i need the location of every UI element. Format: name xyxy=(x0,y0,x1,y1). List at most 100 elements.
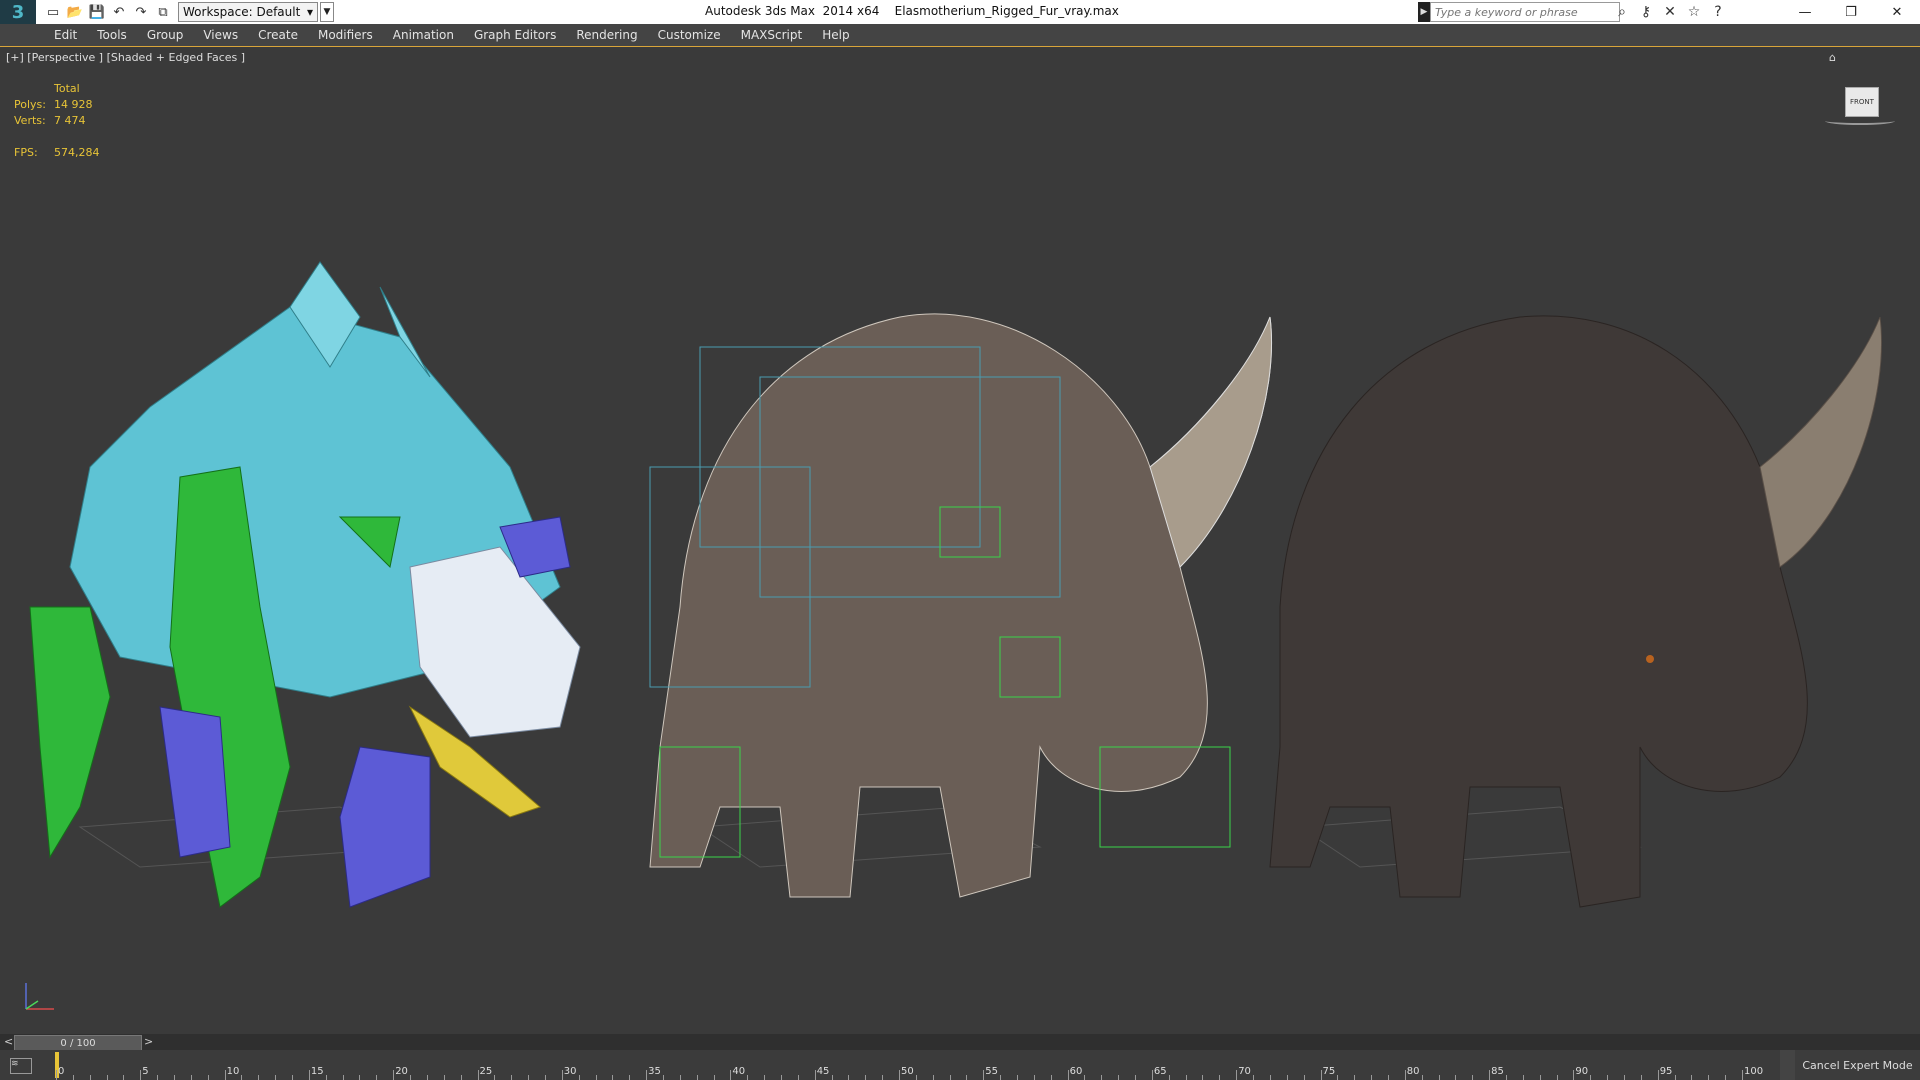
restore-icon[interactable]: ❐ xyxy=(1828,0,1874,24)
open-file-icon[interactable]: 📂 xyxy=(66,3,84,21)
timeline-tick xyxy=(1455,1075,1457,1080)
timeline-tick-label: 0 xyxy=(58,1066,65,1077)
menu-customize[interactable]: Customize xyxy=(648,28,731,42)
timeline-tick-label: 90 xyxy=(1575,1066,1589,1077)
timeline-tick-label: 30 xyxy=(563,1066,577,1077)
timeline-tick xyxy=(325,1075,327,1080)
timeline-tick xyxy=(1607,1075,1609,1080)
app-logo-icon[interactable]: 3 xyxy=(0,0,36,26)
timeline-tick xyxy=(797,1075,799,1080)
new-file-icon[interactable]: ▭ xyxy=(44,3,62,21)
timeline-tick xyxy=(1489,1070,1491,1080)
menu-group[interactable]: Group xyxy=(137,28,194,42)
timeline-tick-label: 20 xyxy=(395,1066,408,1077)
timeline-tick-label: 10 xyxy=(226,1066,240,1077)
quick-access-toolbar: ▭ 📂 💾 ↶ ↷ ⧉ xyxy=(44,3,172,21)
time-slider-next-button[interactable]: > xyxy=(144,1035,153,1048)
timeline-tick xyxy=(831,1075,833,1080)
timeline-tick-label: 70 xyxy=(1238,1066,1251,1077)
timeline-tick xyxy=(1269,1075,1271,1080)
timeline-tick xyxy=(1286,1075,1288,1080)
menu-edit[interactable]: Edit xyxy=(44,28,87,42)
workspace-select[interactable]: Workspace: Default ▾ xyxy=(178,2,318,22)
menu-create[interactable]: Create xyxy=(248,28,308,42)
menu-rendering[interactable]: Rendering xyxy=(566,28,647,42)
timeline-tick xyxy=(1354,1075,1356,1080)
timeline-tick xyxy=(544,1075,546,1080)
menu-animation[interactable]: Animation xyxy=(383,28,464,42)
expand-arrow-icon[interactable]: ▶ xyxy=(1418,2,1430,22)
timeline-tick xyxy=(932,1075,934,1080)
time-slider-prev-button[interactable]: < xyxy=(4,1035,13,1048)
menu-tools[interactable]: Tools xyxy=(87,28,137,42)
mini-curve-editor-icon[interactable]: ≋ xyxy=(10,1058,32,1074)
timeline-ruler[interactable]: 0 5 10 15 20 25 30 35 40 45 50 55 60 65 70 75 80 85 90 95 10… xyxy=(0,1050,1780,1080)
save-icon[interactable]: 💾 xyxy=(88,3,106,21)
star-icon[interactable]: ☆ xyxy=(1684,2,1704,22)
timeline-tick xyxy=(1219,1075,1221,1080)
proxy-rig-model[interactable] xyxy=(29,261,581,908)
timeline-tick xyxy=(1691,1075,1693,1080)
timeline-tick xyxy=(1303,1075,1305,1080)
binoculars-icon[interactable]: ⌕ xyxy=(1612,2,1632,22)
timeline-tick xyxy=(477,1070,479,1080)
timeline-tick-label: 100 xyxy=(1744,1066,1764,1077)
menu-maxscript[interactable]: MAXScript xyxy=(731,28,813,42)
timeline-tick xyxy=(1438,1075,1440,1080)
redo-icon[interactable]: ↷ xyxy=(132,3,150,21)
timeline-tick xyxy=(1202,1075,1204,1080)
infocenter-tools: ⌕ ⚷ ✕ ☆ ? xyxy=(1612,2,1728,22)
timeline-tick xyxy=(308,1070,310,1080)
workspace-dropdown-button[interactable]: ▼ xyxy=(320,2,334,22)
infocenter: ▶ xyxy=(1418,2,1620,22)
wireframe-rig-model[interactable] xyxy=(649,313,1273,898)
exchange-icon[interactable]: ✕ xyxy=(1660,2,1680,22)
timeline-tick xyxy=(292,1075,294,1080)
timeline-tick xyxy=(730,1070,732,1080)
time-slider-thumb[interactable]: 0 / 100 xyxy=(14,1035,142,1051)
menu-views[interactable]: Views xyxy=(193,28,248,42)
timeline-tick-label: 75 xyxy=(1322,1066,1336,1077)
timeline-tick xyxy=(190,1075,192,1080)
chevron-down-icon: ▾ xyxy=(306,5,313,19)
time-slider[interactable]: < 0 / 100 > xyxy=(0,1034,1920,1051)
timeline-tick xyxy=(1050,1075,1052,1080)
timeline-tick xyxy=(966,1075,968,1080)
timeline-tick xyxy=(1742,1070,1743,1080)
perspective-viewport[interactable]: [+] [Perspective ] [Shaded + Edged Faces… xyxy=(0,46,1920,1035)
timeline-tick-label: 55 xyxy=(985,1066,999,1077)
timeline-tick xyxy=(646,1070,648,1080)
menu-modifiers[interactable]: Modifiers xyxy=(308,28,383,42)
timeline-tick xyxy=(696,1075,698,1080)
timeline-tick xyxy=(1472,1075,1474,1080)
timeline-tick xyxy=(899,1070,900,1080)
timeline-tick xyxy=(207,1075,209,1080)
timeline-tick xyxy=(1253,1075,1255,1080)
timeline-tick xyxy=(1708,1075,1710,1080)
timeline-tick xyxy=(1236,1070,1238,1080)
timeline-tick xyxy=(915,1075,917,1080)
timeline-tick xyxy=(848,1075,850,1080)
timeline-tick xyxy=(764,1075,766,1080)
help-icon[interactable]: ? xyxy=(1708,2,1728,22)
timeline-tick xyxy=(1084,1075,1086,1080)
rendered-fur-model[interactable] xyxy=(1269,315,1883,908)
menu-graph-editors[interactable]: Graph Editors xyxy=(464,28,566,42)
menu-help[interactable]: Help xyxy=(812,28,859,42)
minimize-icon[interactable]: — xyxy=(1782,0,1828,24)
timeline-tick xyxy=(1539,1075,1541,1080)
timeline-tick xyxy=(1623,1075,1625,1080)
timeline-tick xyxy=(460,1075,462,1080)
timeline-tick xyxy=(494,1075,496,1080)
timeline-tick xyxy=(1725,1075,1727,1080)
search-input[interactable] xyxy=(1430,2,1620,22)
timeline-tick xyxy=(814,1070,816,1080)
key-icon[interactable]: ⚷ xyxy=(1636,2,1656,22)
project-folder-icon[interactable]: ⧉ xyxy=(154,3,172,21)
undo-icon[interactable]: ↶ xyxy=(110,3,128,21)
close-icon[interactable]: ✕ xyxy=(1874,0,1920,24)
track-bar: < 0 / 100 > 0 5 10 15 20 25 30 35 40 45 50 55 60 65 70… xyxy=(0,1034,1920,1080)
cancel-expert-mode-button[interactable]: Cancel Expert Mode xyxy=(1795,1050,1920,1080)
timeline-tick xyxy=(1101,1075,1103,1080)
timeline-tick xyxy=(949,1075,951,1080)
